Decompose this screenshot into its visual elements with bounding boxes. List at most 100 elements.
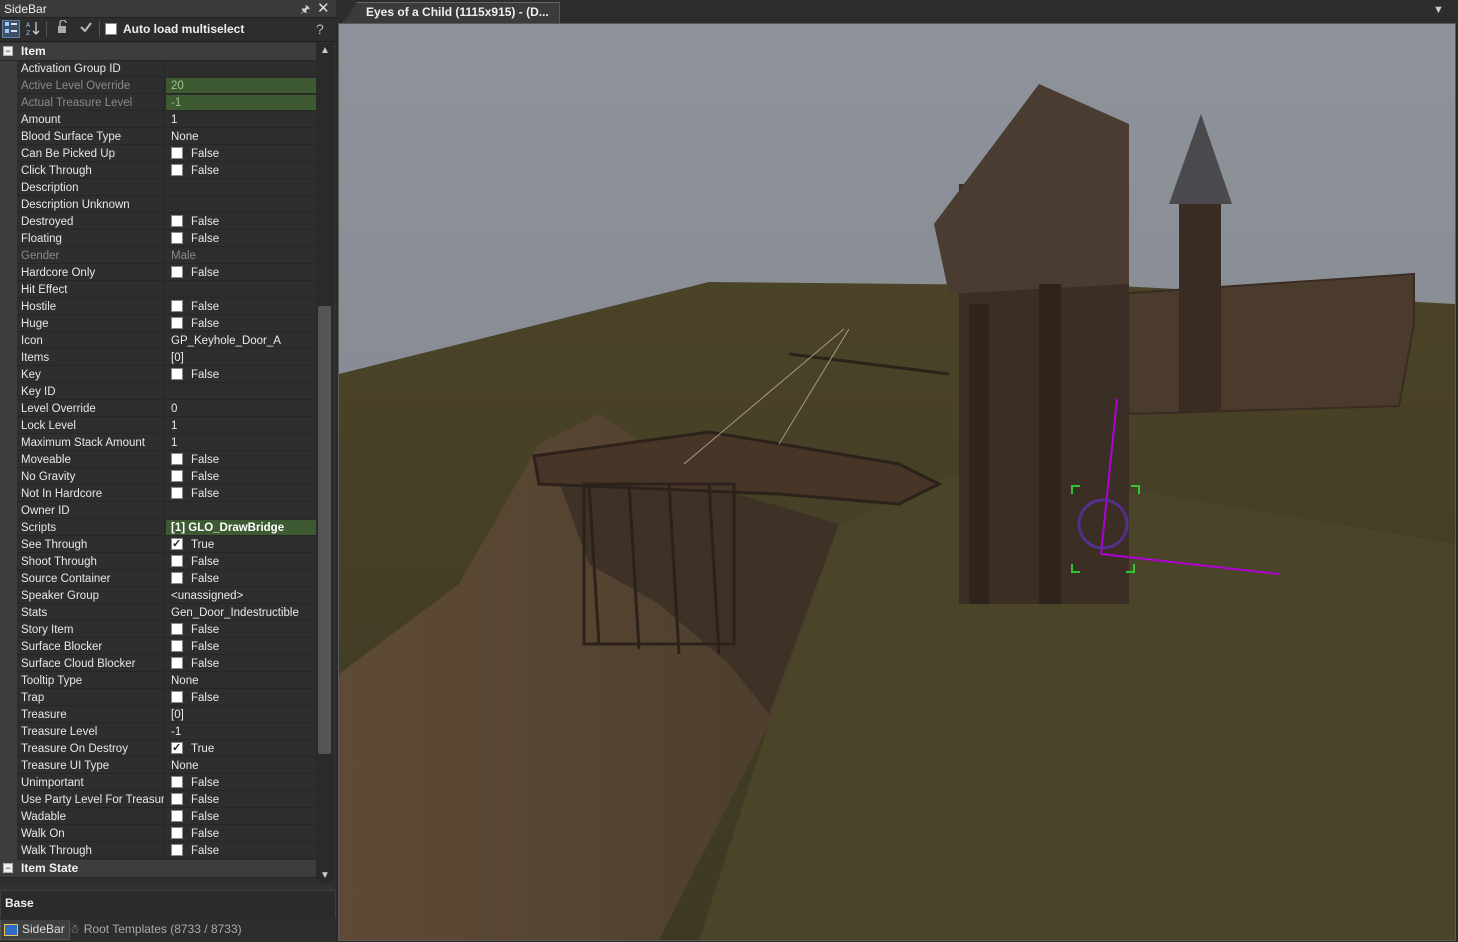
property-row[interactable]: Treasure UI Type None	[0, 758, 316, 775]
property-row[interactable]: Speaker Group <unassigned>	[0, 588, 316, 605]
scroll-down-icon[interactable]: ▼	[319, 870, 331, 881]
property-row[interactable]: Description Unknown	[0, 197, 316, 214]
property-value[interactable]: [0]	[166, 350, 316, 366]
categorized-view-icon[interactable]	[2, 20, 20, 38]
property-value[interactable]: 1	[166, 112, 316, 128]
viewport-document-tab[interactable]: Eyes of a Child (1115x915) - (D...	[343, 2, 560, 23]
property-row[interactable]: Can Be Picked Up False	[0, 146, 316, 163]
property-row[interactable]: Key False	[0, 367, 316, 384]
property-value[interactable]: Gen_Door_Indestructible	[166, 605, 316, 621]
property-row[interactable]: Gender Male	[0, 248, 316, 265]
property-value[interactable]: False	[166, 265, 316, 281]
property-checkbox[interactable]	[171, 639, 183, 652]
property-row[interactable]: Stats Gen_Door_Indestructible	[0, 605, 316, 622]
property-value[interactable]: None	[166, 758, 316, 774]
property-checkbox[interactable]	[171, 792, 183, 805]
property-value[interactable]: [1] GLO_DrawBridge	[166, 520, 316, 536]
property-row[interactable]: Huge False	[0, 316, 316, 333]
property-row[interactable]: Not In Hardcore False	[0, 486, 316, 503]
property-value[interactable]	[166, 384, 316, 400]
property-checkbox[interactable]	[171, 163, 183, 176]
property-row[interactable]: Actual Treasure Level -1	[0, 95, 316, 112]
property-value[interactable]: False	[166, 452, 316, 468]
property-row[interactable]: Description	[0, 180, 316, 197]
property-value[interactable]: 0	[166, 401, 316, 417]
property-checkbox[interactable]	[171, 214, 183, 227]
property-row[interactable]: Unimportant False	[0, 775, 316, 792]
property-checkbox[interactable]	[171, 741, 183, 756]
property-value[interactable]	[166, 282, 316, 298]
3d-viewport[interactable]	[338, 23, 1456, 941]
property-row[interactable]: Story Item False	[0, 622, 316, 639]
property-checkbox[interactable]	[171, 622, 183, 635]
collapse-icon[interactable]: −	[3, 863, 13, 873]
property-row[interactable]: Walk Through False	[0, 843, 316, 860]
property-row[interactable]: Items [0]	[0, 350, 316, 367]
property-row[interactable]: Owner ID	[0, 503, 316, 520]
property-row[interactable]: Surface Cloud Blocker False	[0, 656, 316, 673]
property-checkbox[interactable]	[171, 554, 183, 567]
property-checkbox[interactable]	[171, 316, 183, 329]
property-value[interactable]: Male	[166, 248, 316, 264]
apply-check-icon[interactable]	[77, 20, 95, 38]
category-header[interactable]: − Item State	[0, 860, 316, 878]
property-value[interactable]	[166, 61, 316, 77]
property-checkbox[interactable]	[171, 469, 183, 482]
property-row[interactable]: Tooltip Type None	[0, 673, 316, 690]
property-value[interactable]: False	[166, 367, 316, 383]
unlock-icon[interactable]	[53, 19, 71, 38]
property-row[interactable]: See Through True	[0, 537, 316, 554]
property-value[interactable]: False	[166, 826, 316, 842]
property-value[interactable]: False	[166, 554, 316, 570]
property-row[interactable]: Level Override 0	[0, 401, 316, 418]
help-icon[interactable]: ?	[316, 21, 324, 37]
property-value[interactable]: 1	[166, 418, 316, 434]
property-row[interactable]: Hit Effect	[0, 282, 316, 299]
property-row[interactable]: Hostile False	[0, 299, 316, 316]
property-value[interactable]: False	[166, 690, 316, 706]
property-value[interactable]: False	[166, 486, 316, 502]
property-row[interactable]: Click Through False	[0, 163, 316, 180]
property-value[interactable]: False	[166, 622, 316, 638]
property-row[interactable]: Use Party Level For Treasure False	[0, 792, 316, 809]
property-value[interactable]	[166, 180, 316, 196]
tab-sidebar[interactable]: SideBar	[0, 920, 70, 940]
property-value[interactable]: GP_Keyhole_Door_A	[166, 333, 316, 349]
property-row[interactable]: Floating False	[0, 231, 316, 248]
property-row[interactable]: Surface Blocker False	[0, 639, 316, 656]
property-checkbox[interactable]	[171, 809, 183, 822]
property-row[interactable]: Shoot Through False	[0, 554, 316, 571]
collapse-icon[interactable]: −	[3, 46, 13, 56]
property-value[interactable]: False	[166, 146, 316, 162]
property-row[interactable]: Key ID	[0, 384, 316, 401]
dropdown-arrow-icon[interactable]: ▼	[1433, 4, 1444, 16]
property-value[interactable]: True	[166, 741, 316, 757]
property-value[interactable]: False	[166, 299, 316, 315]
property-row[interactable]: Icon GP_Keyhole_Door_A	[0, 333, 316, 350]
property-checkbox[interactable]	[171, 690, 183, 703]
property-row[interactable]: Maximum Stack Amount 1	[0, 435, 316, 452]
property-value[interactable]: 20	[166, 78, 316, 94]
property-value[interactable]: False	[166, 163, 316, 179]
property-row[interactable]: Blood Surface Type None	[0, 129, 316, 146]
property-checkbox[interactable]	[171, 265, 183, 278]
property-value[interactable]: None	[166, 673, 316, 689]
property-checkbox[interactable]	[171, 146, 183, 159]
property-value[interactable]: False	[166, 775, 316, 791]
category-header[interactable]: − Item	[0, 43, 316, 61]
tab-root-templates[interactable]: ☃︎ Root Templates (8733 / 8733)	[66, 920, 246, 939]
property-checkbox[interactable]	[171, 537, 183, 552]
property-row[interactable]: Source Container False	[0, 571, 316, 588]
property-row[interactable]: Treasure [0]	[0, 707, 316, 724]
scroll-up-icon[interactable]: ▲	[319, 45, 331, 56]
close-icon[interactable]: ✕	[317, 0, 330, 17]
property-value[interactable]: 1	[166, 435, 316, 451]
property-value[interactable]: <unassigned>	[166, 588, 316, 604]
sort-alphabetical-icon[interactable]: AZ	[24, 20, 42, 38]
property-checkbox[interactable]	[171, 452, 183, 465]
property-checkbox[interactable]	[171, 367, 183, 380]
property-row[interactable]: Amount 1	[0, 112, 316, 129]
property-value[interactable]: False	[166, 469, 316, 485]
property-row[interactable]: Walk On False	[0, 826, 316, 843]
property-checkbox[interactable]	[171, 486, 183, 499]
